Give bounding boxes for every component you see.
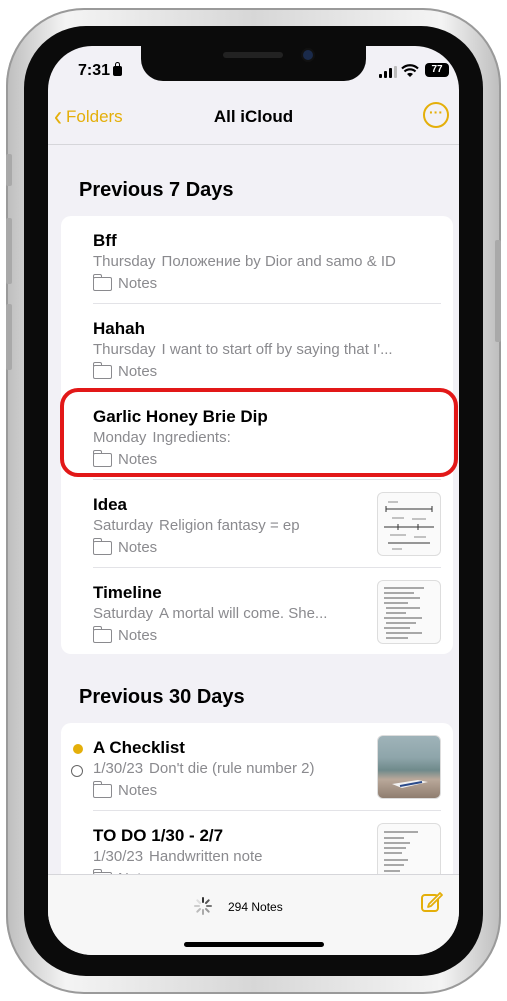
more-options-icon[interactable]: ··· [423, 102, 449, 128]
note-row[interactable]: Garlic Honey Brie Dip Monday Ingredients:… [61, 392, 453, 480]
divider [48, 144, 459, 145]
note-title: A Checklist [93, 738, 185, 757]
note-title: Timeline [93, 583, 162, 602]
note-title: Idea [93, 495, 128, 514]
page-title: All iCloud [213, 107, 294, 126]
unread-dot [73, 744, 83, 754]
notes-card-previous-7-days: Bff Thursday Положение by Dior and samo &… [61, 216, 453, 654]
wifi-icon [401, 64, 419, 77]
lock-icon [113, 62, 123, 76]
section-title-previous-30-days: Previous 30 Days [79, 686, 245, 708]
note-row[interactable]: Hahah Thursday I want to start off by say… [61, 304, 453, 392]
note-date: Monday [93, 429, 147, 446]
note-folder: Notes [118, 363, 158, 380]
note-row[interactable]: Idea Saturday Religion fantasy = ep Notes [61, 480, 453, 568]
volume-down-button [6, 304, 12, 370]
volume-up-button [6, 218, 12, 284]
mute-switch [6, 154, 12, 186]
note-count: 294 Notes [228, 900, 283, 914]
note-date: 1/30/23 [93, 760, 144, 777]
screen: 7:31 77 ‹ Folders All iCloud ··· Previou… [48, 46, 459, 955]
note-thumbnail-handwriting [377, 580, 441, 644]
note-row[interactable]: TO DO 1/30 - 2/7 1/30/23 Handwritten note… [61, 811, 453, 883]
folder-icon [92, 625, 112, 643]
signal-icon [379, 66, 397, 78]
note-folder: Notes [118, 627, 158, 644]
side-button [495, 240, 501, 342]
section-title-previous-7-days: Previous 7 Days [79, 179, 234, 201]
camera [303, 50, 313, 60]
folder-icon [92, 449, 112, 467]
note-preview: Religion fantasy = ep [159, 517, 300, 534]
note-folder: Notes [118, 782, 158, 799]
shared-person-icon [71, 765, 83, 777]
note-row[interactable]: Bff Thursday Положение by Dior and samo &… [61, 216, 453, 304]
note-preview: I want to start off by saying that I'... [161, 341, 393, 358]
note-folder: Notes [118, 539, 158, 556]
folder-icon [92, 780, 112, 798]
note-preview: Handwritten note [149, 848, 263, 865]
note-date: Thursday [93, 341, 156, 358]
notes-card-previous-30-days: A Checklist 1/30/23 Don't die (rule numbe… [61, 723, 453, 883]
note-row[interactable]: A Checklist 1/30/23 Don't die (rule numbe… [61, 723, 453, 811]
status-time: 7:31 [78, 62, 123, 80]
note-preview: Don't die (rule number 2) [149, 760, 315, 777]
note-date: Saturday [93, 517, 154, 534]
note-folder: Notes [118, 275, 158, 292]
note-title: Hahah [93, 319, 145, 338]
folder-icon [92, 537, 112, 555]
note-row[interactable]: Timeline Saturday A mortal will come. She… [61, 568, 453, 654]
note-thumbnail-sketch [377, 492, 441, 556]
note-preview: Ingredients: [152, 429, 231, 446]
note-title: Garlic Honey Brie Dip [93, 407, 268, 426]
note-thumbnail-photo [377, 735, 441, 799]
note-date: Thursday [93, 253, 156, 270]
battery-icon: 77 [425, 63, 449, 77]
note-preview: A mortal will come. She... [159, 605, 328, 622]
folder-icon [92, 361, 112, 379]
loading-spinner-icon [194, 897, 212, 915]
bottom-toolbar: 294 Notes [48, 874, 459, 955]
folder-icon [92, 273, 112, 291]
note-preview: Положение by Dior and samo & ID [161, 253, 396, 270]
speaker [223, 52, 283, 58]
note-title: Bff [93, 231, 117, 250]
notch [141, 46, 366, 81]
note-date: 1/30/23 [93, 848, 144, 865]
compose-icon[interactable] [421, 891, 443, 913]
note-title: TO DO 1/30 - 2/7 [93, 826, 224, 845]
home-indicator [184, 942, 324, 947]
nav-bar: ‹ Folders All iCloud ··· [48, 102, 459, 132]
note-date: Saturday [93, 605, 154, 622]
note-folder: Notes [118, 451, 158, 468]
